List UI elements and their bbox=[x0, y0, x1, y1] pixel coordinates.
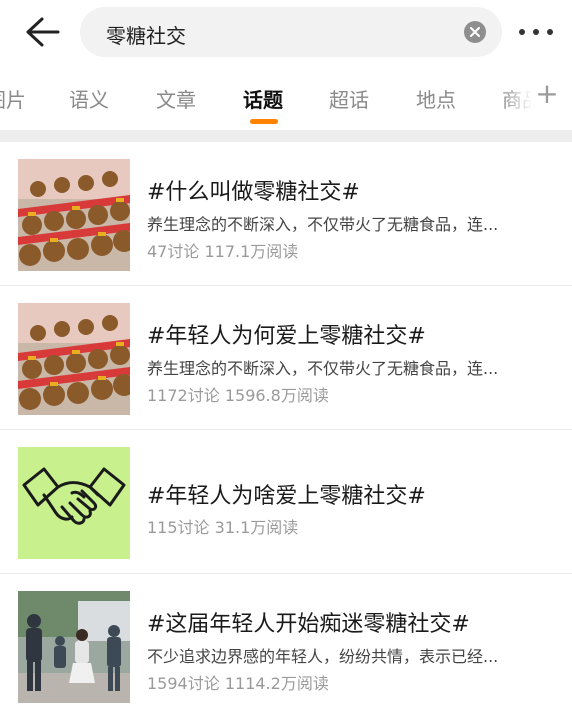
back-arrow-icon[interactable] bbox=[22, 14, 62, 50]
read-count: 117.1万阅读 bbox=[204, 242, 299, 261]
tab-semantic[interactable]: 语义 bbox=[69, 84, 109, 113]
capybara-plush-thumbnail bbox=[18, 303, 130, 415]
topic-stats: 1172讨论 1596.8万阅读 bbox=[147, 382, 329, 406]
handshake-thumbnail bbox=[18, 447, 130, 559]
search-input[interactable]: 零糖社交 bbox=[106, 20, 186, 49]
section-divider bbox=[0, 130, 572, 142]
topic-stats: 115讨论 31.1万阅读 bbox=[147, 514, 298, 538]
discussion-count: 115讨论 bbox=[147, 518, 210, 537]
discussion-count: 1172讨论 bbox=[147, 386, 220, 405]
topic-stats: 1594讨论 1114.2万阅读 bbox=[147, 670, 329, 694]
search-box[interactable]: 零糖社交 bbox=[80, 7, 502, 57]
discussion-count: 47讨论 bbox=[147, 242, 200, 261]
tab-locations[interactable]: 地点 bbox=[416, 84, 456, 113]
read-count: 1114.2万阅读 bbox=[224, 674, 329, 693]
read-count: 31.1万阅读 bbox=[214, 518, 299, 537]
active-tab-indicator bbox=[250, 119, 278, 124]
topic-title: #年轻人为何爱上零糖社交# bbox=[147, 324, 426, 349]
tab-images[interactable]: 图片 bbox=[0, 84, 26, 113]
topic-item[interactable]: #年轻人为啥爱上零糖社交# 115讨论 31.1万阅读 bbox=[0, 430, 572, 574]
top-bar: 零糖社交 bbox=[0, 0, 572, 64]
topic-description: 养生理念的不断深入，不仅带火了无糖食品，连... bbox=[147, 215, 499, 234]
topic-description: 养生理念的不断深入，不仅带火了无糖食品，连... bbox=[147, 359, 499, 378]
topic-item[interactable]: #什么叫做零糖社交# 养生理念的不断深入，不仅带火了无糖食品，连... 47讨论… bbox=[0, 142, 572, 286]
more-dots-icon[interactable] bbox=[516, 20, 556, 44]
clear-icon[interactable] bbox=[464, 21, 486, 43]
topic-title: #这届年轻人开始痴迷零糖社交# bbox=[147, 612, 470, 637]
topic-item[interactable]: #年轻人为何爱上零糖社交# 养生理念的不断深入，不仅带火了无糖食品，连... 1… bbox=[0, 286, 572, 430]
topic-item[interactable]: #这届年轻人开始痴迷零糖社交# 不少追求边界感的年轻人，纷纷共情，表示已经...… bbox=[0, 574, 572, 718]
people-photo-thumbnail bbox=[18, 591, 130, 703]
read-count: 1596.8万阅读 bbox=[224, 386, 329, 405]
topic-stats: 47讨论 117.1万阅读 bbox=[147, 238, 298, 262]
tab-fade bbox=[502, 64, 532, 130]
filter-tabs: 图片 语义 文章 话题 超话 地点 商品 + bbox=[0, 64, 572, 130]
tab-super-topics[interactable]: 超话 bbox=[329, 84, 369, 113]
tab-topics[interactable]: 话题 bbox=[243, 84, 283, 113]
discussion-count: 1594讨论 bbox=[147, 674, 220, 693]
capybara-plush-thumbnail bbox=[18, 159, 130, 271]
tab-articles[interactable]: 文章 bbox=[156, 84, 196, 113]
plus-icon[interactable]: + bbox=[532, 76, 562, 112]
topic-title: #年轻人为啥爱上零糖社交# bbox=[147, 484, 426, 509]
topic-description: 不少追求边界感的年轻人，纷纷共情，表示已经... bbox=[147, 647, 499, 666]
topic-title: #什么叫做零糖社交# bbox=[147, 180, 360, 205]
